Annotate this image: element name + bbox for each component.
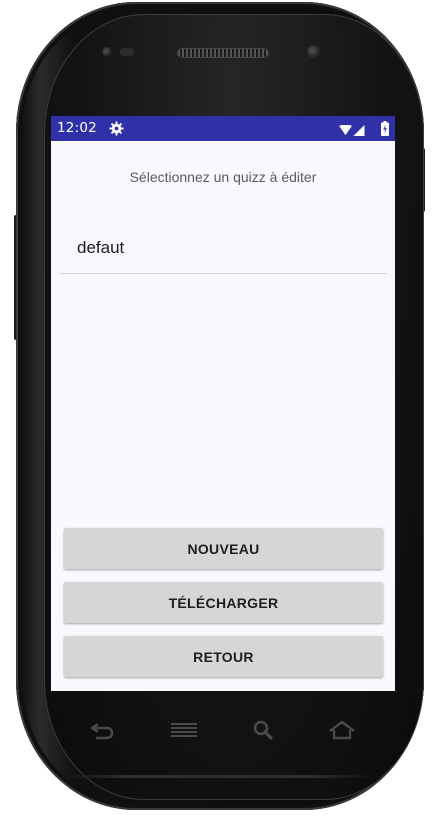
app-screen: 12:02 Sélectionnez un quizz à éditer def…	[51, 116, 395, 691]
front-camera-icon	[307, 45, 321, 59]
quiz-list-item[interactable]: defaut	[60, 217, 387, 274]
quiz-list-item-label: defaut	[77, 238, 125, 257]
back-icon[interactable]	[88, 718, 116, 742]
download-button[interactable]: TÉLÉCHARGER	[64, 582, 383, 623]
wifi-icon	[339, 123, 352, 136]
status-bar: 12:02	[51, 116, 395, 141]
sensor-icon	[102, 47, 112, 57]
menu-icon[interactable]	[170, 718, 198, 742]
new-quiz-button[interactable]: NOUVEAU	[64, 528, 383, 569]
proximity-sensor-icon	[120, 48, 134, 56]
status-time: 12:02	[57, 120, 97, 136]
gear-icon	[109, 121, 124, 136]
battery-icon	[381, 121, 389, 136]
back-button[interactable]: RETOUR	[64, 636, 383, 677]
page-heading: Sélectionnez un quizz à éditer	[129, 169, 317, 185]
signal-icon	[353, 123, 365, 136]
home-icon[interactable]	[328, 718, 356, 742]
search-icon[interactable]	[250, 718, 278, 742]
phone-bottom-rim	[62, 775, 374, 778]
device-frame: 12:02 Sélectionnez un quizz à éditer def…	[0, 0, 436, 816]
earpiece-speaker	[178, 49, 268, 57]
